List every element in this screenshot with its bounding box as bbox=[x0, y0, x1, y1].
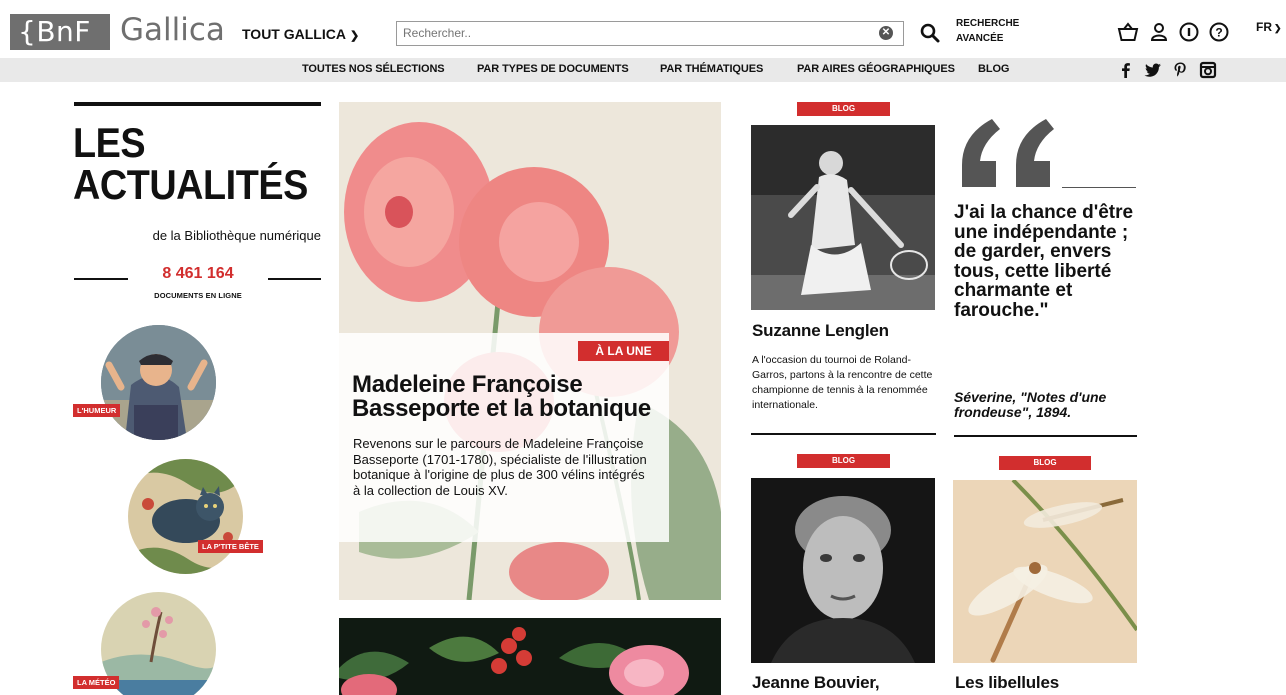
chevron-down-icon: ❯ bbox=[349, 30, 360, 42]
rubric-ptite-bete-image[interactable] bbox=[128, 459, 243, 574]
quote-rule bbox=[1062, 187, 1136, 188]
counter-rule-left bbox=[74, 278, 128, 280]
feature-description: Revenons sur le parcours de Madeleine Fr… bbox=[353, 436, 647, 498]
search-input[interactable] bbox=[397, 22, 857, 44]
section-top-rule bbox=[74, 102, 321, 106]
basket-icon[interactable] bbox=[1116, 20, 1140, 44]
quote-text: J'ai la chance d'être une indépendante ;… bbox=[954, 202, 1134, 321]
instagram-icon[interactable] bbox=[1199, 61, 1217, 79]
site-header: {BnF Gallica TOUT GALLICA❯ ✕ RECHERCHE A… bbox=[0, 0, 1286, 58]
language-label: FR bbox=[1256, 20, 1272, 34]
featured-badge: À LA UNE bbox=[578, 341, 669, 361]
bnf-logo[interactable]: {BnF bbox=[10, 14, 110, 50]
suzanne-lenglen-photo[interactable] bbox=[751, 125, 935, 310]
scope-dropdown[interactable]: TOUT GALLICA ❯ bbox=[242, 26, 359, 42]
user-icon[interactable] bbox=[1147, 20, 1171, 44]
second-feature-image[interactable] bbox=[339, 618, 721, 695]
card-description: A l'occasion du tournoi de Roland-Garros… bbox=[752, 354, 933, 411]
scope-dropdown-label: TOUT GALLICA bbox=[242, 26, 346, 42]
help-icon[interactable]: ? bbox=[1207, 20, 1231, 44]
svg-text:?: ? bbox=[1215, 26, 1222, 40]
card-divider bbox=[751, 433, 936, 435]
nav-item-blog[interactable]: BLOG bbox=[978, 63, 1009, 75]
rubric-ptite-bete-tag[interactable]: LA P'TITE BÊTE bbox=[198, 540, 263, 553]
blog-tag[interactable]: BLOG bbox=[797, 454, 890, 468]
rubric-humeur-image[interactable] bbox=[101, 325, 216, 440]
second-feature-illustration bbox=[339, 618, 721, 695]
feature-title[interactable]: Madeleine Françoise Basseporte et la bot… bbox=[352, 373, 667, 421]
bouvier-photo-illustration bbox=[751, 478, 935, 663]
facebook-icon[interactable] bbox=[1117, 61, 1135, 79]
main-nav: TOUTES NOS SÉLECTIONS PAR TYPES DE DOCUM… bbox=[0, 58, 1286, 82]
search-icon[interactable] bbox=[919, 22, 941, 44]
advanced-search-link[interactable]: RECHERCHE AVANCÉE bbox=[956, 16, 1019, 46]
nav-item-themes[interactable]: PAR THÉMATIQUES bbox=[660, 63, 763, 75]
gallica-logo[interactable]: Gallica bbox=[120, 12, 225, 48]
libellules-image[interactable] bbox=[953, 480, 1137, 663]
lenglen-photo-illustration bbox=[751, 125, 935, 310]
blog-tag[interactable]: BLOG bbox=[999, 456, 1091, 470]
clear-search-icon[interactable]: ✕ bbox=[879, 26, 893, 40]
quote-source: Séverine, "Notes d'une frondeuse", 1894. bbox=[954, 389, 1107, 420]
quote-icon bbox=[962, 119, 1054, 187]
info-icon[interactable] bbox=[1177, 20, 1201, 44]
page-subtitle: de la Bibliothèque numérique bbox=[152, 228, 321, 243]
nav-item-geographic-areas[interactable]: PAR AIRES GÉOGRAPHIQUES bbox=[797, 63, 955, 75]
advanced-search-line1: RECHERCHE bbox=[956, 18, 1020, 29]
humeur-illustration bbox=[101, 325, 216, 440]
jeanne-bouvier-photo[interactable] bbox=[751, 478, 935, 663]
page-title-line2: ACTUALITÉS bbox=[73, 161, 308, 208]
search-box: ✕ bbox=[396, 21, 904, 46]
nav-item-selections[interactable]: TOUTES NOS SÉLECTIONS bbox=[302, 63, 445, 75]
page-title: LES ACTUALITÉS bbox=[73, 122, 308, 206]
twitter-icon[interactable] bbox=[1144, 61, 1162, 79]
quote-divider bbox=[954, 435, 1137, 437]
page-title-line1: LES bbox=[73, 119, 146, 166]
dragonfly-illustration bbox=[953, 480, 1137, 663]
document-count: 8 461 164 bbox=[162, 265, 234, 282]
counter-rule-right bbox=[268, 278, 321, 280]
rubric-meteo-tag[interactable]: LA MÉTÉO bbox=[73, 676, 120, 689]
nav-item-document-types[interactable]: PAR TYPES DE DOCUMENTS bbox=[477, 63, 629, 75]
card-title[interactable]: Les libellules bbox=[955, 673, 1059, 693]
rubric-humeur-tag[interactable]: L'HUMEUR bbox=[73, 404, 121, 417]
language-selector[interactable]: FR ❯ bbox=[1256, 20, 1282, 34]
ptite-bete-illustration bbox=[128, 459, 243, 574]
pinterest-icon[interactable] bbox=[1171, 61, 1189, 79]
blog-tag[interactable]: BLOG bbox=[797, 102, 890, 116]
advanced-search-line2: AVANCÉE bbox=[956, 33, 1004, 44]
card-title[interactable]: Jeanne Bouvier, bbox=[752, 673, 880, 693]
chevron-down-icon: ❯ bbox=[1274, 23, 1282, 33]
document-count-label: DOCUMENTS EN LIGNE bbox=[154, 291, 242, 300]
card-title[interactable]: Suzanne Lenglen bbox=[752, 321, 889, 341]
